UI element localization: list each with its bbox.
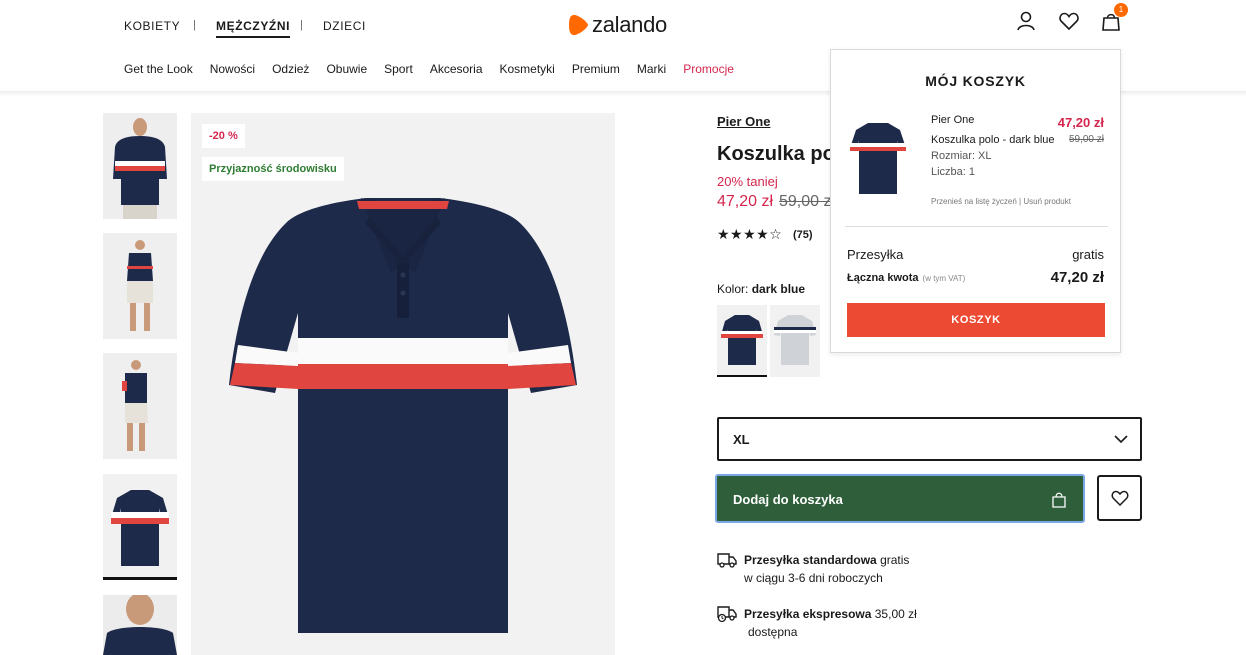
- truck-icon: [717, 553, 737, 568]
- heart-icon: [1111, 490, 1129, 506]
- cart-item-quantity: Liczba: 1: [931, 166, 976, 178]
- chevron-down-icon: [1114, 435, 1128, 444]
- color-swatch-dark-blue[interactable]: [717, 305, 767, 377]
- gender-separator: |: [300, 19, 303, 31]
- shipping-title: Przesyłka ekspresowa: [744, 607, 872, 621]
- nav-shoes[interactable]: Obuwie: [326, 62, 367, 76]
- standard-shipping: Przesyłka standardowa gratis w ciągu 3-6…: [744, 551, 909, 587]
- cart-count-badge: 1: [1114, 3, 1128, 17]
- nav-cosmetics[interactable]: Kosmetyki: [500, 62, 555, 76]
- cart-shipping-value: gratis: [1072, 247, 1104, 262]
- shipping-price: gratis: [876, 553, 910, 567]
- thumbnail-5[interactable]: [103, 595, 177, 655]
- model-photo: [103, 353, 177, 459]
- color-swatch-grey[interactable]: [770, 305, 820, 377]
- swatch-image: [770, 305, 820, 377]
- size-dropdown[interactable]: XL: [717, 417, 1142, 461]
- cart-item-old-price: 59,00 zł: [1068, 134, 1104, 145]
- model-photo: [103, 595, 177, 655]
- cart-divider: [845, 226, 1108, 227]
- bag-icon: [1052, 492, 1066, 508]
- thumbnail-3[interactable]: [103, 353, 177, 459]
- main-product-image[interactable]: [191, 113, 615, 655]
- zalando-logo-icon: [569, 14, 588, 36]
- discount-flag: -20 %: [202, 124, 245, 148]
- cart-item-brand: Pier One: [931, 114, 975, 126]
- zalando-logo[interactable]: zalando: [569, 12, 667, 38]
- eco-flag: Przyjazność środowisku: [202, 157, 344, 181]
- logo-text: zalando: [592, 12, 667, 37]
- color-label: Kolor: dark blue: [717, 282, 805, 296]
- nav-sport[interactable]: Sport: [384, 62, 413, 76]
- gender-tab-men[interactable]: MĘŻCZYŹNI: [216, 19, 291, 38]
- shipping-title: Przesyłka standardowa: [744, 553, 877, 567]
- cart-item-price: 47,20 zł: [1057, 115, 1104, 130]
- product-title: Koszulka pol: [717, 143, 841, 165]
- selected-size: XL: [733, 432, 750, 447]
- cart-total-label: Łączna kwota (w tym VAT): [847, 272, 965, 284]
- nav-accessories[interactable]: Akcesoria: [430, 62, 483, 76]
- top-header: KOBIETY | MĘŻCZYŹNI | DZIECI zalando 1: [0, 0, 1246, 50]
- shipping-availability: dostępna: [748, 625, 798, 639]
- nav-promotions[interactable]: Promocje: [683, 62, 734, 76]
- nav-brands[interactable]: Marki: [637, 62, 666, 76]
- nav-get-the-look[interactable]: Get the Look: [124, 62, 193, 76]
- brand-link[interactable]: Pier One: [717, 114, 770, 129]
- user-icon[interactable]: [1015, 10, 1037, 32]
- add-to-wishlist-button[interactable]: [1097, 475, 1142, 521]
- original-price: 59,00 zł: [779, 193, 836, 210]
- cart-total-label-text: Łączna kwota: [847, 272, 919, 284]
- cart-total-value: 47,20 zł: [1050, 269, 1104, 286]
- review-count[interactable]: (75): [793, 229, 813, 241]
- express-shipping: Przesyłka ekspresowa 35,00 zł dostępna: [744, 605, 917, 641]
- gender-tab-women[interactable]: KOBIETY: [124, 19, 180, 33]
- thumbnail-1[interactable]: [103, 113, 177, 219]
- cart-title: MÓJ KOSZYK: [925, 73, 1026, 89]
- gender-tab-kids[interactable]: DZIECI: [323, 19, 366, 33]
- shipping-price: 35,00 zł: [871, 607, 917, 621]
- shipping-time: w ciągu 3-6 dni roboczych: [744, 571, 883, 585]
- cart-item-image[interactable]: [846, 116, 910, 200]
- model-photo: [103, 233, 177, 339]
- polo-shirt-image: [191, 113, 615, 655]
- model-photo: [103, 113, 177, 219]
- cart-item-actions[interactable]: Przenieś na listę życzeń | Usuń produkt: [931, 197, 1071, 206]
- nav-premium[interactable]: Premium: [572, 62, 620, 76]
- go-to-cart-button[interactable]: KOSZYK: [847, 303, 1105, 337]
- nav-new[interactable]: Nowości: [210, 62, 255, 76]
- cart-dropdown: MÓJ KOSZYK Pier One Koszulka polo - dark…: [830, 49, 1121, 353]
- express-truck-icon: [717, 606, 737, 623]
- product-photo: [103, 474, 177, 577]
- color-label-text: Kolor:: [717, 282, 749, 296]
- discount-text: 20% taniej: [717, 174, 778, 189]
- thumbnail-4-selected[interactable]: [103, 474, 177, 580]
- cart-item-size: Rozmiar: XL: [931, 150, 992, 162]
- thumbnail-2[interactable]: [103, 233, 177, 339]
- category-nav: Get the Look Nowości Odzież Obuwie Sport…: [124, 62, 734, 76]
- color-value: dark blue: [751, 282, 806, 296]
- add-to-cart-button[interactable]: Dodaj do koszyka: [715, 474, 1085, 523]
- cart-item-name[interactable]: Koszulka polo - dark blue: [931, 134, 1055, 146]
- rating-stars-icon[interactable]: ★★★★☆: [717, 226, 782, 243]
- heart-icon[interactable]: [1058, 10, 1080, 32]
- cart-shipping-label: Przesyłka: [847, 247, 904, 262]
- gender-separator: |: [193, 19, 196, 31]
- add-to-cart-label: Dodaj do koszyka: [733, 492, 843, 507]
- cart-total-vat: (w tym VAT): [922, 274, 966, 283]
- swatch-image: [717, 305, 767, 375]
- nav-clothing[interactable]: Odzież: [272, 62, 309, 76]
- current-price: 47,20 zł: [717, 193, 774, 210]
